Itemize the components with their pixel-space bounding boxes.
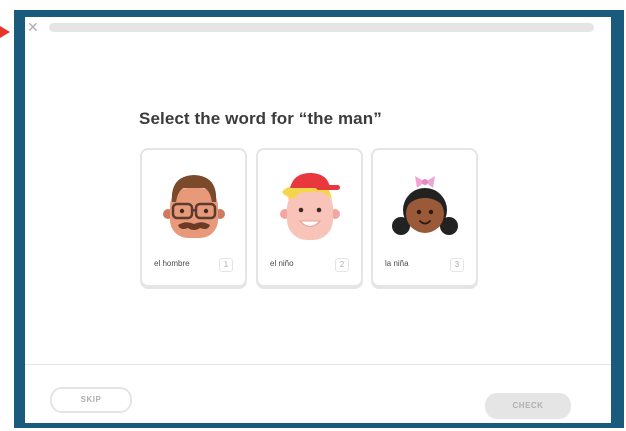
lesson-window: ✕ Select the word for “the man” el hombr… [25,17,611,423]
keyboard-shortcut-badge: 2 [335,258,349,272]
check-button[interactable]: CHECK [485,393,571,419]
man-avatar-icon [163,175,225,238]
girl-avatar-icon [392,176,458,235]
annotation-arrow [0,26,10,38]
keyboard-shortcut-badge: 3 [450,258,464,272]
progress-bar [49,23,594,32]
keyboard-shortcut-badge: 1 [219,258,233,272]
choice-label: la niña [385,259,409,268]
choice-card-el-nino[interactable]: el niño 2 [256,148,363,287]
footer-divider [25,364,611,365]
boy-avatar-icon [280,172,340,240]
choice-label: el niño [270,259,294,268]
close-icon[interactable]: ✕ [27,21,41,35]
choice-card-la-nina[interactable]: la niña 3 [371,148,478,287]
choice-label: el hombre [154,259,190,268]
challenge-prompt: Select the word for “the man” [139,109,382,128]
skip-button[interactable]: SKIP [50,387,132,413]
choice-card-el-hombre[interactable]: el hombre 1 [140,148,247,287]
